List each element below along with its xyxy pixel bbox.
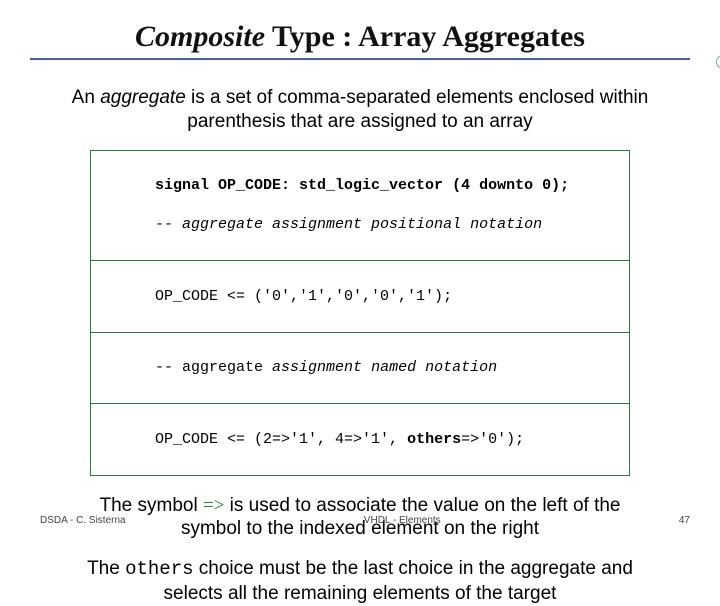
- intro-keyword: aggregate: [100, 87, 186, 108]
- arrow-symbol: =>: [203, 495, 224, 516]
- intro-pre: An: [72, 87, 101, 108]
- intro-text: An aggregate is a set of comma-separated…: [70, 86, 650, 134]
- code-comment-it: assignment named notation: [272, 359, 497, 376]
- slide-title: Composite Type : Array Aggregates: [30, 20, 690, 54]
- code-comment: -- aggregate assignment positional notat…: [155, 216, 542, 233]
- code-line-b: =>'0');: [461, 431, 524, 448]
- code-row-comment: -- aggregate assignment named notation: [91, 333, 629, 405]
- code-others-kw: others: [407, 431, 461, 448]
- code-line-a: OP_CODE <= (2=>'1', 4=>'1',: [155, 431, 407, 448]
- footer: DSDA - C. Sisterna VHDL - Elements 47: [0, 515, 720, 526]
- others-pre: The: [87, 558, 125, 579]
- code-row-declaration: signal OP_CODE: std_logic_vector (4 down…: [91, 151, 629, 262]
- code-row-named: OP_CODE <= (2=>'1', 4=>'1', others=>'0')…: [91, 404, 629, 475]
- footer-center: VHDL - Elements: [364, 515, 441, 526]
- code-box: signal OP_CODE: std_logic_vector (4 down…: [90, 150, 630, 476]
- others-post: choice must be the last choice in the ag…: [164, 558, 633, 604]
- slide: Composite Type : Array Aggregates An agg…: [0, 0, 720, 540]
- code-comment-pre: -- aggregate: [155, 359, 272, 376]
- symbol-pre: The symbol: [99, 495, 202, 516]
- footer-left: DSDA - C. Sisterna: [40, 515, 126, 526]
- code-line: OP_CODE <= ('0','1','0','0','1');: [155, 288, 452, 305]
- code-line: signal OP_CODE: std_logic_vector (4 down…: [155, 177, 569, 194]
- others-paragraph: The others choice must be the last choic…: [70, 557, 650, 606]
- page-number: 47: [679, 515, 690, 526]
- title-underline: [30, 58, 690, 60]
- title-part-italic: Composite: [135, 20, 265, 53]
- intro-post: is a set of comma-separated elements enc…: [186, 87, 649, 132]
- title-part-plain: Type : Array Aggregates: [265, 20, 585, 53]
- bead-icon: [716, 55, 720, 69]
- code-row-positional: OP_CODE <= ('0','1','0','0','1');: [91, 261, 629, 333]
- others-keyword: others: [125, 558, 193, 580]
